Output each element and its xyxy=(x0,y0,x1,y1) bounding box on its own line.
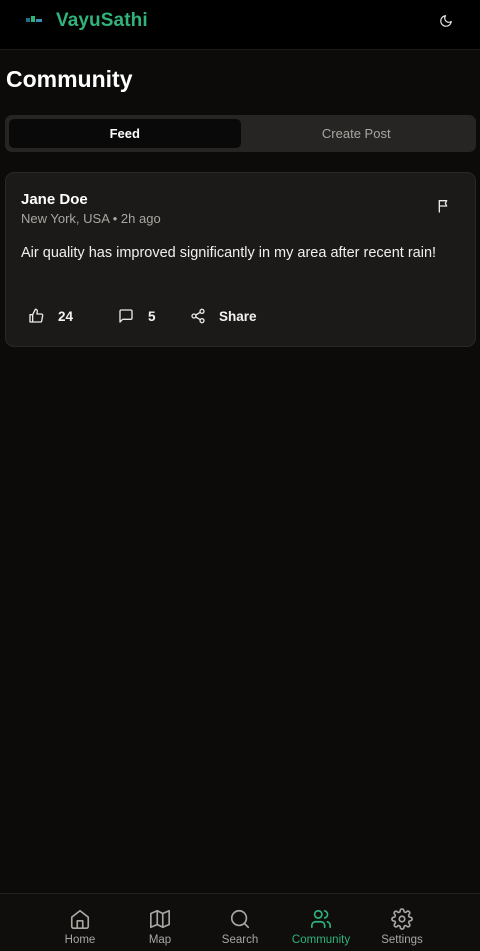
nav-community-label: Community xyxy=(291,934,351,946)
moon-icon xyxy=(440,15,452,27)
search-icon xyxy=(230,909,250,929)
post-meta: New York, USA • 2h ago xyxy=(21,211,161,226)
community-tabs: Feed Create Post xyxy=(5,115,476,152)
nav-search-label: Search xyxy=(221,934,259,946)
map-icon xyxy=(150,909,170,929)
nav-map[interactable]: Map xyxy=(124,894,196,951)
app-title[interactable]: VayuSathi xyxy=(56,10,148,32)
theme-toggle-button[interactable] xyxy=(436,11,456,31)
comment-count: 5 xyxy=(148,308,156,324)
vayusathi-logo-icon xyxy=(26,16,42,22)
tab-create-post[interactable]: Create Post xyxy=(241,119,473,148)
like-button[interactable]: 24 xyxy=(28,308,118,324)
share-icon xyxy=(191,308,205,324)
thumbs-up-icon xyxy=(29,308,44,323)
users-icon xyxy=(311,909,331,929)
nav-community[interactable]: Community xyxy=(285,894,357,951)
tab-feed[interactable]: Feed xyxy=(9,119,241,148)
nav-settings-label: Settings xyxy=(381,934,423,946)
share-label: Share xyxy=(219,308,257,324)
nav-search[interactable]: Search xyxy=(204,894,276,951)
bottom-nav: Home Map Search Community Settings xyxy=(0,893,480,951)
post-actions: 24 5 Share xyxy=(28,306,257,326)
post-text: Air quality has improved significantly i… xyxy=(21,245,437,261)
flag-icon[interactable] xyxy=(436,198,452,214)
app-header: VayuSathi xyxy=(0,0,480,50)
nav-map-label: Map xyxy=(148,934,172,946)
comment-icon xyxy=(119,309,133,323)
like-count: 24 xyxy=(58,308,74,324)
post-author[interactable]: Jane Doe xyxy=(21,191,88,208)
gear-icon xyxy=(391,908,413,930)
page-title: Community xyxy=(6,66,133,92)
nav-home[interactable]: Home xyxy=(44,894,116,951)
share-button[interactable]: Share xyxy=(190,308,257,324)
nav-settings[interactable]: Settings xyxy=(366,894,438,951)
home-icon xyxy=(70,909,90,929)
nav-home-label: Home xyxy=(64,934,96,946)
comment-button[interactable]: 5 xyxy=(118,308,190,324)
post-card: Jane Doe New York, USA • 2h ago Air qual… xyxy=(5,172,476,347)
